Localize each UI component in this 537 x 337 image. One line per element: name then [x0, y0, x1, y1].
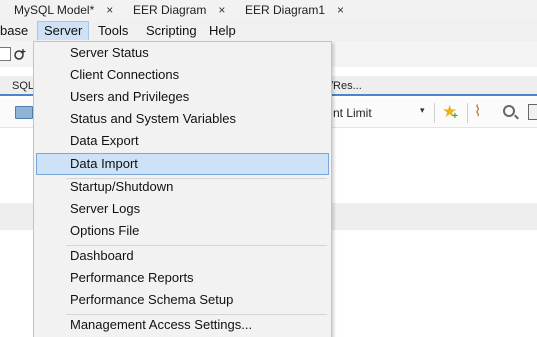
menu-item-server-logs[interactable]: Server Logs: [36, 198, 329, 220]
menu-item-server-status[interactable]: Server Status: [36, 42, 329, 64]
close-icon[interactable]: ×: [337, 3, 344, 17]
folder-icon[interactable]: [15, 106, 33, 119]
server-menu-dropdown: Server Status Client Connections Users a…: [33, 41, 332, 337]
menu-bar: base Server Tools Scripting Help: [0, 19, 537, 41]
tab-label: MySQL Model*: [14, 2, 95, 17]
menu-server[interactable]: Server: [37, 21, 90, 40]
menu-item-options-file[interactable]: Options File: [36, 220, 329, 242]
tab-sql[interactable]: SQL: [12, 80, 34, 92]
limit-rows-select[interactable]: nt Limit: [333, 106, 372, 120]
tab-label: EER Diagram1: [245, 2, 326, 17]
menu-item-data-import[interactable]: Data Import: [36, 153, 329, 175]
menu-item-startup-shutdown[interactable]: Startup/Shutdown: [36, 176, 329, 198]
close-icon[interactable]: ×: [106, 3, 113, 17]
magnifier-icon[interactable]: [503, 105, 515, 117]
menu-item-users-privileges[interactable]: Users and Privileges: [36, 86, 329, 108]
menu-item-dashboard[interactable]: Dashboard: [36, 245, 329, 267]
tab-label: EER Diagram: [133, 2, 207, 17]
close-icon[interactable]: ×: [218, 3, 225, 17]
new-file-icon[interactable]: [0, 47, 11, 61]
menu-item-data-export[interactable]: Data Export: [36, 130, 329, 152]
menu-item-client-connections[interactable]: Client Connections: [36, 64, 329, 86]
chevron-down-icon[interactable]: ▾: [420, 105, 425, 116]
menu-item-performance-schema[interactable]: Performance Schema Setup: [36, 289, 329, 311]
menu-help[interactable]: Help: [203, 21, 242, 40]
menu-tools[interactable]: Tools: [92, 21, 134, 40]
menu-item-status-variables[interactable]: Status and System Variables: [36, 108, 329, 130]
tab-eer-diagram[interactable]: EER Diagram ×: [133, 0, 225, 19]
menu-database[interactable]: base: [0, 21, 34, 40]
plus-icon: +: [452, 111, 458, 122]
toolbar-divider: [467, 103, 468, 123]
menu-item-performance-reports[interactable]: Performance Reports: [36, 267, 329, 289]
info-icon[interactable]: [528, 104, 537, 120]
tab-eer-diagram1[interactable]: EER Diagram1 ×: [245, 0, 344, 19]
menu-item-management-access[interactable]: Management Access Settings...: [36, 314, 329, 336]
tab-mysql-model[interactable]: MySQL Model* ×: [14, 0, 113, 19]
tab-result[interactable]: /Res...: [330, 80, 362, 92]
broom-icon[interactable]: ⌇: [474, 102, 481, 120]
add-connection-icon[interactable]: [14, 47, 28, 61]
menu-scripting[interactable]: Scripting: [140, 21, 203, 40]
toolbar-divider: [434, 103, 435, 123]
document-tab-bar: MySQL Model* × EER Diagram × EER Diagram…: [0, 0, 537, 19]
